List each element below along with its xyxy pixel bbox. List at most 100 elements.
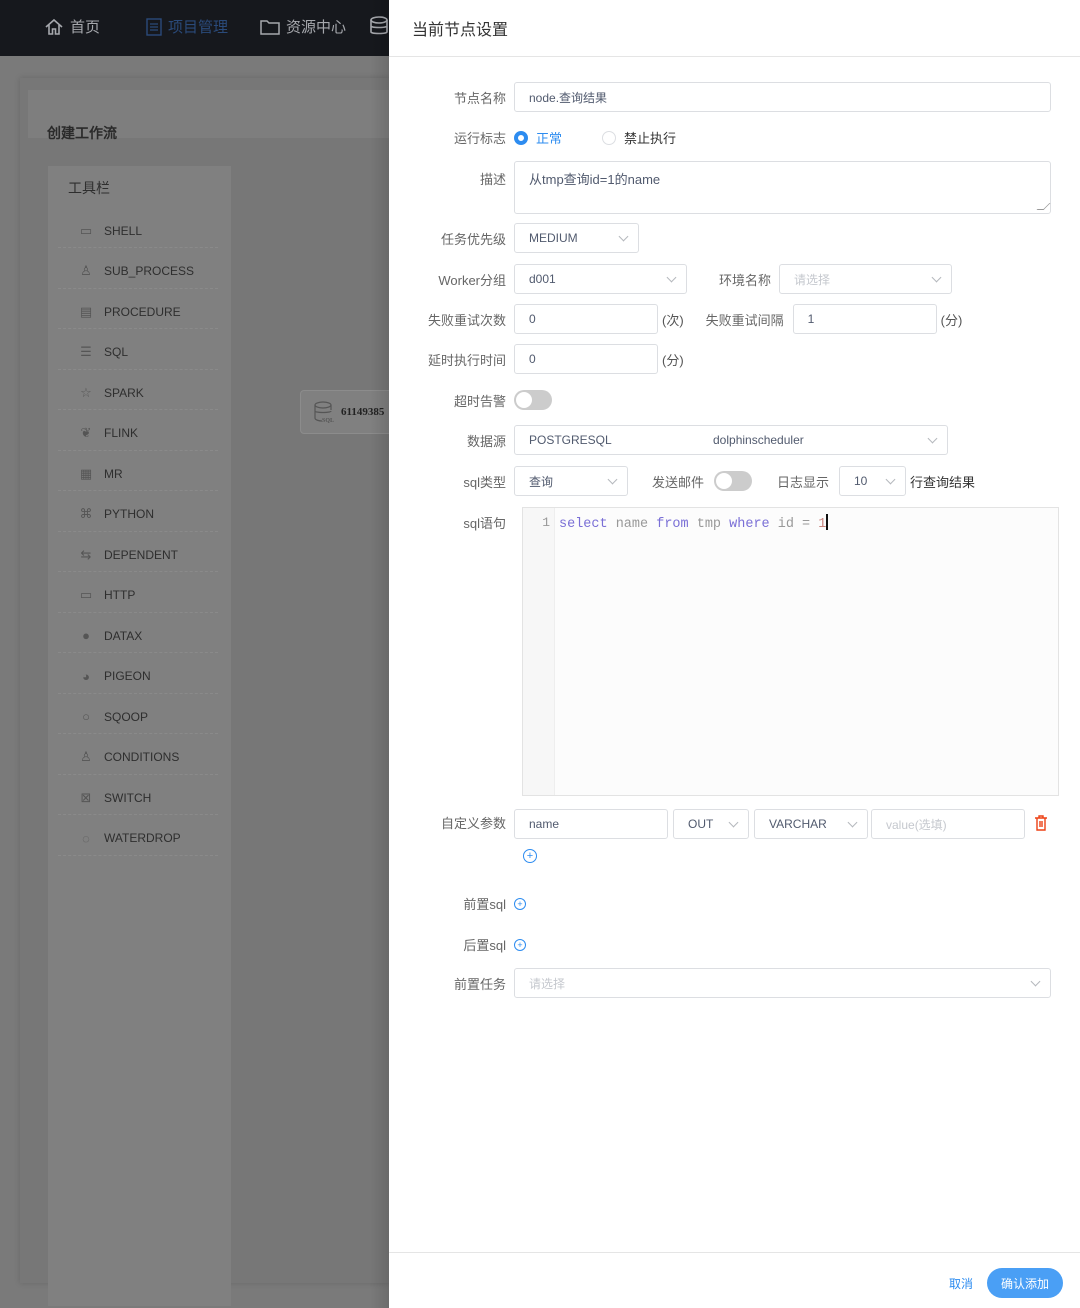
nav-resource[interactable]: 资源中心: [260, 16, 346, 37]
worker-group-row: Worker分组 d001 环境名称 请选择: [389, 264, 952, 294]
workflow-panel: 创建工作流 工具栏 ▭ SHELL ♙ SUB_PROCESS ▤ PROCEDURE ☰ S…: [20, 78, 390, 1306]
add-param-icon[interactable]: +: [523, 849, 537, 863]
log-display-select[interactable]: 10: [839, 466, 906, 496]
top-nav: 首页 项目管理 资源中心: [0, 0, 390, 56]
timeout-alarm-switch[interactable]: [514, 390, 552, 410]
flink-icon: ❦: [80, 425, 92, 440]
resize-handle-icon[interactable]: [1036, 203, 1051, 210]
sql-keyword: where: [729, 517, 770, 532]
cancel-button[interactable]: 取消: [949, 1275, 973, 1292]
sql-editor[interactable]: 1 select name from tmp where id = 1: [522, 507, 1059, 796]
pre-tasks-select[interactable]: 请选择: [514, 968, 1051, 998]
tool-item-label: PYTHON: [104, 507, 155, 521]
sql-number: 1: [818, 517, 827, 532]
param-value-input[interactable]: value(选填): [871, 809, 1025, 839]
tool-item-label: SPARK: [104, 385, 144, 400]
tool-item-sqoop[interactable]: ○ SQOOP: [58, 700, 218, 734]
custom-params-label: 自定义参数: [440, 816, 506, 831]
nav-resource-label: 资源中心: [286, 19, 347, 36]
sql-text: name: [607, 517, 657, 532]
node-name-input[interactable]: node.查询结果: [514, 82, 1051, 112]
tool-item-waterdrop[interactable]: ◌ WATERDROP: [58, 822, 218, 856]
node-settings-drawer: 当前节点设置 节点名称 node.查询结果 运行标志 正常 禁止执行 描述 从t…: [389, 0, 1080, 1308]
switch-icon: ⊠: [80, 789, 92, 805]
environment-select[interactable]: 请选择: [779, 264, 952, 294]
tool-item-procedure[interactable]: ▤ PROCEDURE: [58, 295, 218, 329]
confirm-add-button[interactable]: 确认添加: [987, 1268, 1063, 1298]
sql-keyword: from: [656, 517, 689, 532]
nav-project[interactable]: 项目管理: [146, 16, 228, 37]
tool-item-spark[interactable]: ☆ SPARK: [58, 376, 218, 410]
sql-type-value: 查询: [529, 474, 554, 489]
tool-item-flink[interactable]: ❦ FLINK: [58, 417, 218, 451]
chevron-down-icon: [618, 231, 629, 242]
folder-icon: [260, 19, 280, 35]
tool-item-dependent[interactable]: ⇆ DEPENDENT: [58, 538, 218, 572]
priority-value: MEDIUM: [529, 231, 578, 245]
tool-item-label: FLINK: [104, 426, 139, 440]
description-textarea[interactable]: 从tmp查询id=1的name: [514, 161, 1051, 214]
nav-project-label: 项目管理: [168, 19, 229, 36]
chevron-down-icon: [847, 817, 858, 828]
chevron-down-icon: [1030, 976, 1041, 987]
tool-item-sql[interactable]: ☰ SQL: [58, 336, 218, 370]
param-direct-value: OUT: [688, 817, 714, 831]
sql-type-label: sql类型: [463, 474, 506, 490]
retry-times-input[interactable]: 0: [514, 304, 658, 334]
datasource-type-select[interactable]: POSTGRESQL dolphinscheduler: [514, 425, 948, 455]
priority-label: 任务优先级: [440, 231, 506, 247]
tool-item-datax[interactable]: ● DATAX: [58, 619, 218, 653]
svg-text:SQL: SQL: [322, 418, 334, 424]
sql-text: id =: [769, 517, 819, 532]
chevron-down-icon: [931, 272, 942, 283]
param-direct-select[interactable]: OUT: [673, 809, 749, 839]
sql-keyword: select: [559, 517, 608, 532]
http-icon: ▭: [79, 587, 93, 602]
run-flag-forbidden-radio[interactable]: 禁止执行: [602, 128, 676, 147]
delay-time-input[interactable]: 0: [514, 344, 658, 374]
drawer-footer: 取消 确认添加: [389, 1252, 1080, 1308]
worker-group-select[interactable]: d001: [514, 264, 687, 294]
tool-item-label: SUB_PROCESS: [104, 264, 195, 278]
retry-times-value: 0: [529, 312, 536, 326]
param-type-select[interactable]: VARCHAR: [754, 809, 868, 839]
tool-item-shell[interactable]: ▭ SHELL: [58, 214, 218, 248]
param-prop-input[interactable]: name: [514, 809, 668, 839]
description-value: 从tmp查询id=1的name: [529, 172, 661, 187]
chevron-down-icon: [885, 474, 896, 485]
tool-item-label: SWITCH: [104, 790, 152, 805]
custom-params-row: 自定义参数 name OUT VARCHAR value(选填): [389, 809, 1048, 839]
tool-item-pigeon[interactable]: ◕ PIGEON: [58, 660, 218, 694]
tool-item-switch[interactable]: ⊠ SWITCH: [58, 781, 218, 815]
run-flag-forbidden-label: 禁止执行: [624, 131, 677, 146]
nav-home-label: 首页: [70, 19, 101, 36]
post-sql-row: 后置sql +: [389, 935, 526, 954]
run-flag-label: 运行标志: [453, 131, 506, 146]
run-flag-normal-radio[interactable]: 正常: [514, 128, 562, 147]
drawer-shadow: [370, 0, 390, 1308]
tool-item-label: DATAX: [104, 628, 143, 643]
send-email-label: 发送邮件: [651, 474, 704, 490]
worker-group-label: Worker分组: [438, 272, 506, 288]
waterdrop-icon: ◌: [82, 830, 90, 846]
tool-item-label: CONDITIONS: [104, 750, 180, 764]
retry-times-label: 失败重试次数: [427, 312, 506, 328]
tool-item-python[interactable]: ⌘ PYTHON: [58, 498, 218, 532]
delay-row: 延时执行时间 0 (分): [389, 344, 684, 374]
add-post-sql-icon[interactable]: +: [514, 938, 526, 951]
priority-select[interactable]: MEDIUM: [514, 223, 639, 253]
send-email-switch[interactable]: [714, 471, 752, 491]
delete-param-icon[interactable]: [1034, 814, 1048, 834]
retry-interval-input[interactable]: 1: [792, 304, 937, 334]
sql-icon: SQL: [314, 401, 334, 424]
nav-home[interactable]: 首页: [44, 16, 100, 37]
project-icon: [146, 17, 162, 36]
tool-item-sub-process[interactable]: ♙ SUB_PROCESS: [58, 255, 218, 289]
sql-type-select[interactable]: 查询: [514, 466, 628, 496]
tool-item-http[interactable]: ▭ HTTP: [58, 579, 218, 613]
tool-item-conditions[interactable]: ♙ CONDITIONS: [58, 741, 218, 775]
timeout-alarm-label: 超时告警: [453, 393, 506, 409]
add-pre-sql-icon[interactable]: +: [514, 897, 526, 910]
tool-item-mr[interactable]: ▦ MR: [58, 457, 218, 491]
tool-item-label: SQL: [104, 345, 129, 359]
